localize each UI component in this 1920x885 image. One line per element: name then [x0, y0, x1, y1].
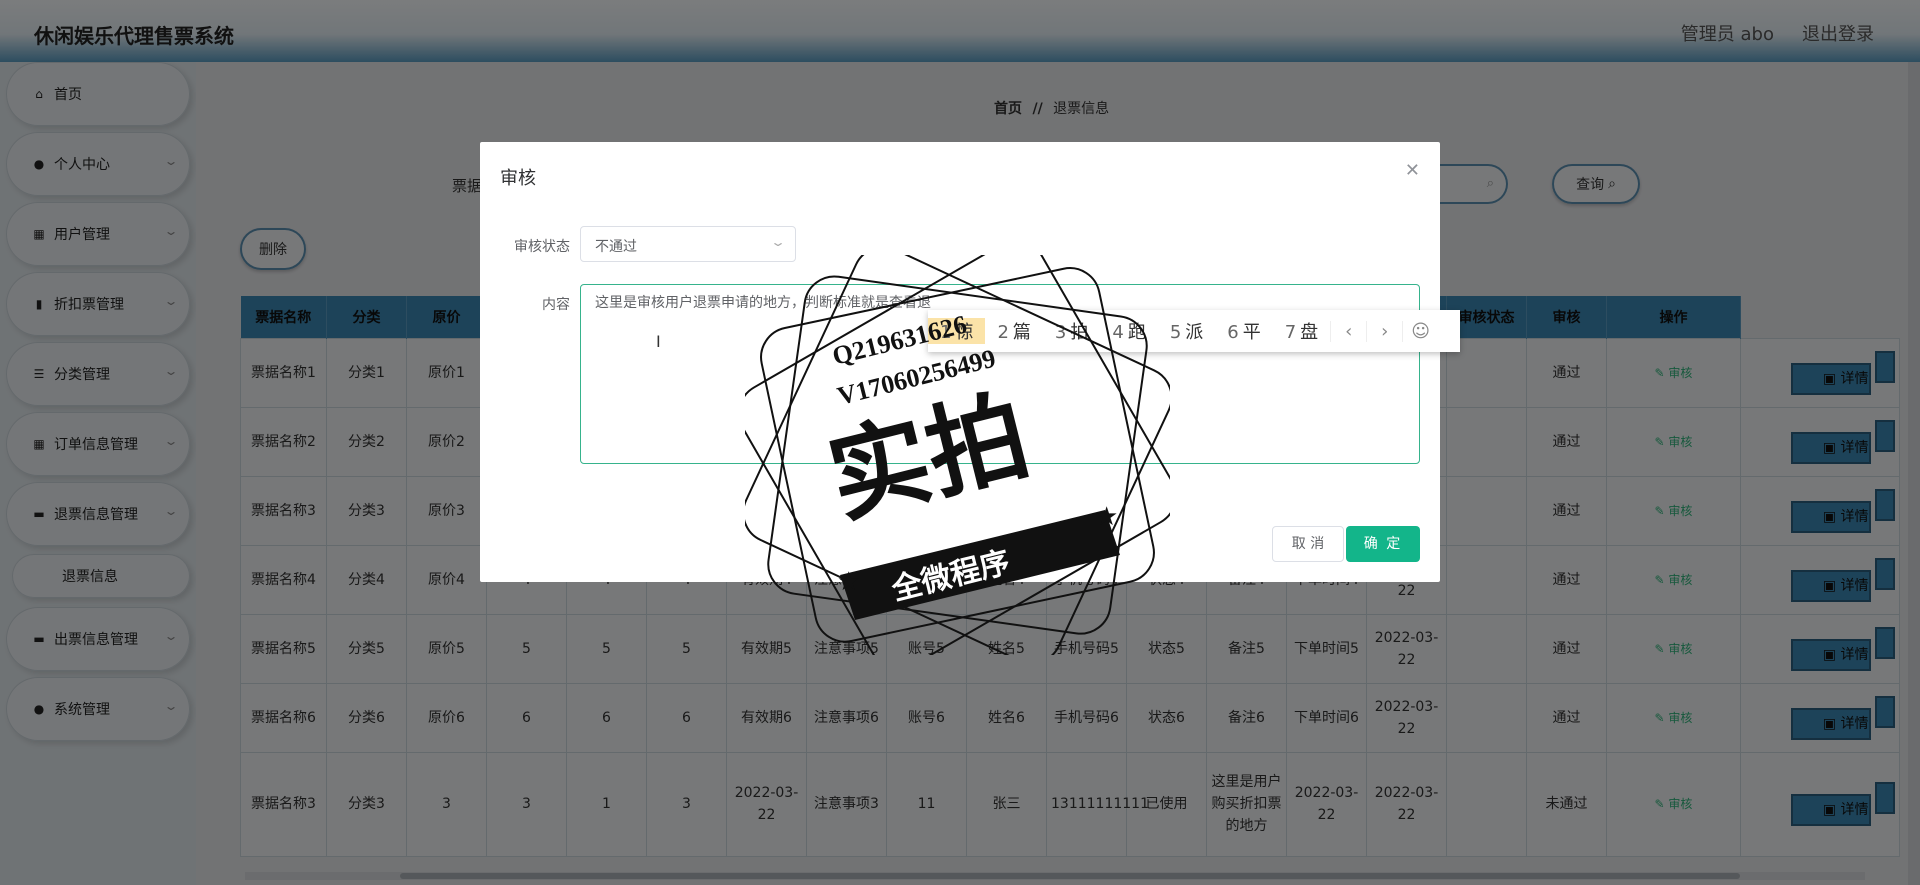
chevron-down-icon: ⌄	[769, 235, 787, 249]
ime-candidate[interactable]: 6平	[1215, 318, 1272, 344]
ime-candidate-number: 5	[1169, 322, 1182, 343]
emoji-icon[interactable]: ☺	[1402, 320, 1438, 342]
status-label: 审核状态	[514, 239, 570, 255]
text-cursor-icon: I	[656, 332, 661, 351]
chevron-left-icon[interactable]: ‹	[1330, 320, 1366, 342]
content-label: 内容	[542, 297, 570, 313]
dialog-title: 审核	[500, 168, 536, 189]
status-select-value: 不通过	[595, 239, 637, 255]
confirm-button[interactable]: 确 定	[1346, 526, 1420, 562]
ime-candidate-word: 盘	[1300, 322, 1319, 343]
cancel-button[interactable]: 取 消	[1272, 526, 1344, 562]
ime-candidate-number: 6	[1227, 322, 1239, 343]
watermark-stamp: Q219631626 V17060256499 实拍 全微程序 ★ ★	[745, 255, 1170, 655]
chevron-right-icon[interactable]: ›	[1366, 320, 1402, 342]
ime-candidate[interactable]: 7盘	[1273, 318, 1330, 344]
ime-candidate-word: 派	[1185, 322, 1204, 343]
close-icon[interactable]: ✕	[1405, 160, 1420, 181]
star-icon: ★	[837, 567, 860, 597]
star-icon: ★	[1095, 502, 1118, 532]
ime-candidate-word: 平	[1242, 322, 1261, 343]
ime-candidate-number: 7	[1284, 322, 1297, 343]
